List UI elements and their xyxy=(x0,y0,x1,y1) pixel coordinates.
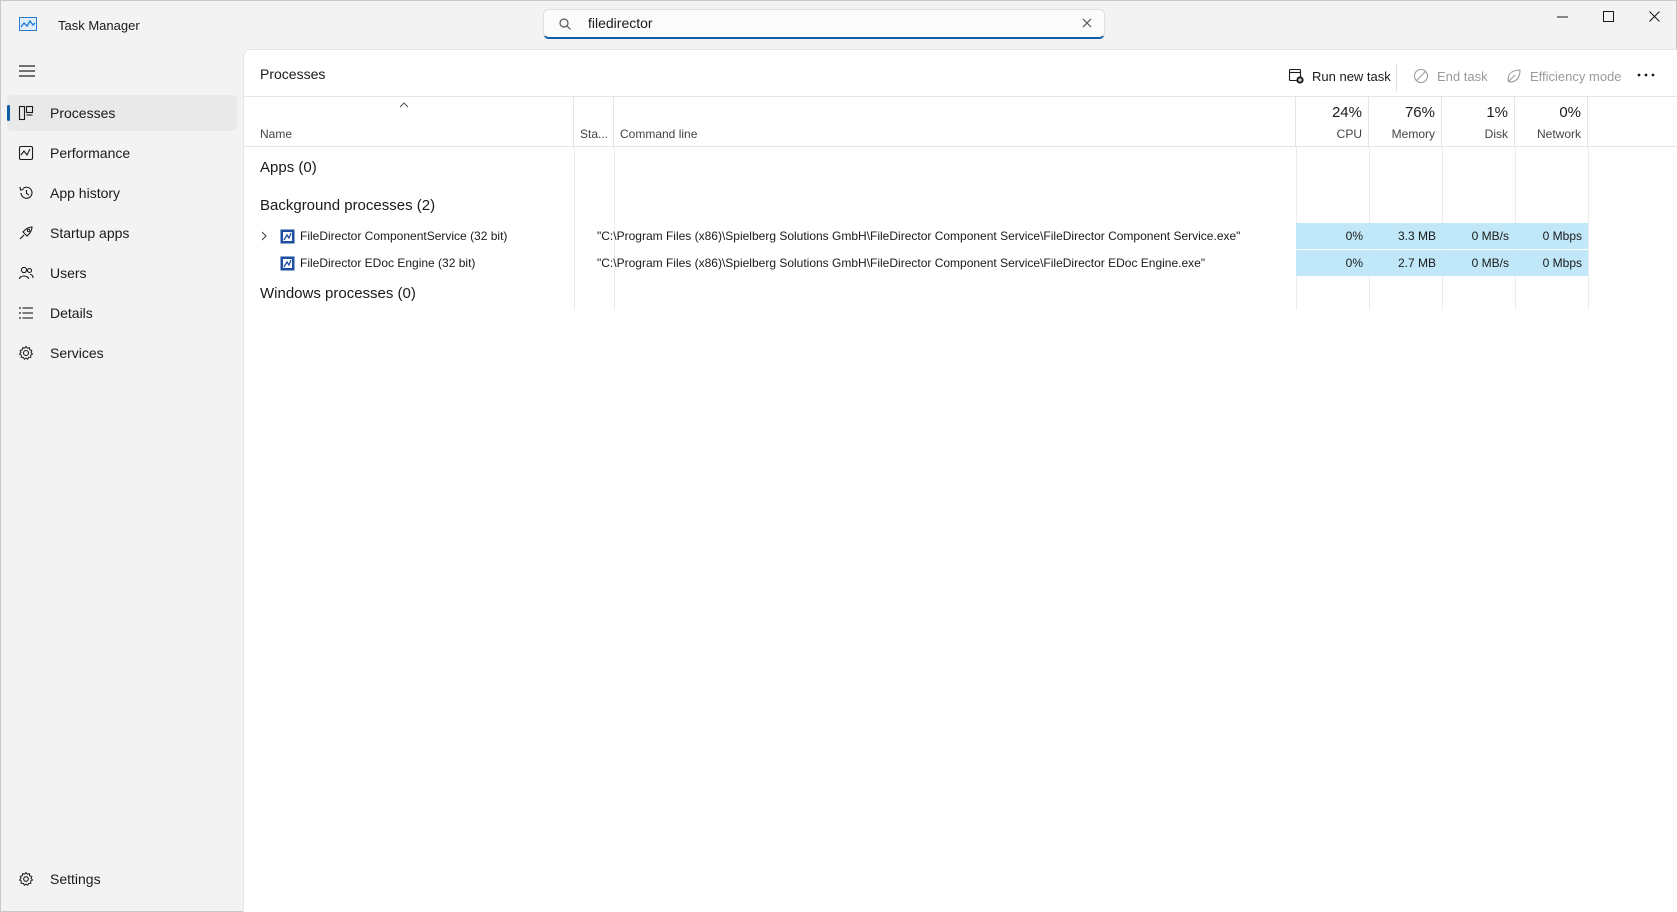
sidebar-item-services[interactable]: Services xyxy=(7,335,237,371)
end-task-button[interactable]: End task xyxy=(1413,60,1489,92)
processes-icon xyxy=(18,105,34,121)
column-label-command-line: Command line xyxy=(620,127,698,141)
hamburger-menu-icon[interactable] xyxy=(18,64,36,78)
cpu-cell: 0% xyxy=(1296,250,1369,276)
close-button[interactable] xyxy=(1635,5,1675,29)
leaf-icon xyxy=(1507,69,1521,83)
column-header-name[interactable]: Name xyxy=(244,96,574,146)
column-label-status: Sta... xyxy=(580,127,609,141)
app-title: Task Manager xyxy=(58,18,140,33)
gear-icon xyxy=(18,871,34,887)
sidebar-item-label: Services xyxy=(50,345,104,361)
sidebar-item-label: Processes xyxy=(50,105,116,121)
network-cell: 0 Mbps xyxy=(1515,223,1588,249)
process-name: FileDirector ComponentService (32 bit) xyxy=(300,229,508,243)
sidebar-item-startup-apps[interactable]: Startup apps xyxy=(7,215,237,251)
sort-ascending-icon xyxy=(399,102,409,108)
active-indicator xyxy=(7,105,10,121)
column-header-status[interactable]: Sta... xyxy=(574,96,614,146)
run-new-task-label: Run new task xyxy=(1312,69,1391,84)
cpu-cell: 0% xyxy=(1296,223,1369,249)
toolbar-divider xyxy=(1396,64,1397,92)
efficiency-mode-label: Efficiency mode xyxy=(1530,69,1622,84)
end-task-label: End task xyxy=(1437,69,1488,84)
process-icon xyxy=(280,256,295,271)
minimize-button[interactable] xyxy=(1543,5,1583,29)
sidebar-item-label: Users xyxy=(50,265,87,281)
run-new-task-button[interactable]: Run new task xyxy=(1288,60,1391,92)
column-header-memory[interactable]: 76% Memory xyxy=(1369,96,1442,146)
table-row[interactable]: FileDirector EDoc Engine (32 bit) "C:\Pr… xyxy=(244,250,1677,276)
app-history-icon xyxy=(19,186,33,199)
minimize-icon xyxy=(1557,16,1568,18)
disk-cell: 0 MB/s xyxy=(1442,250,1515,276)
column-header-divider xyxy=(244,146,1677,147)
sidebar-item-users[interactable]: Users xyxy=(7,255,237,291)
processes-pane: Processes Run new task End task Efficien… xyxy=(243,49,1677,912)
network-total-percent: 0% xyxy=(1559,104,1581,121)
sidebar-item-label: Startup apps xyxy=(50,225,130,241)
column-label-memory: Memory xyxy=(1391,127,1435,141)
disk-cell: 0 MB/s xyxy=(1442,223,1515,249)
users-icon xyxy=(18,266,34,280)
settings-label: Settings xyxy=(50,871,101,887)
disk-total-percent: 1% xyxy=(1486,104,1508,121)
sidebar-item-label: Performance xyxy=(50,145,131,161)
page-title: Processes xyxy=(260,66,326,82)
sidebar: Processes Performance App history Startu… xyxy=(1,49,243,911)
memory-cell: 3.3 MB xyxy=(1369,223,1442,249)
sidebar-item-performance[interactable]: Performance xyxy=(7,135,237,171)
table-row[interactable]: FileDirector ComponentService (32 bit) "… xyxy=(244,223,1677,249)
search-input[interactable] xyxy=(588,13,1048,33)
sidebar-item-processes[interactable]: Processes xyxy=(7,95,237,131)
column-header-command-line[interactable]: Command line xyxy=(614,96,1296,146)
expand-chevron-icon[interactable] xyxy=(260,231,268,241)
sidebar-item-label: App history xyxy=(50,185,121,201)
window-frame: Task Manager filedirector Processes Perf… xyxy=(0,0,1677,912)
process-command-line: "C:\Program Files (x86)\Spielberg Soluti… xyxy=(597,256,1206,270)
run-new-task-icon xyxy=(1288,68,1304,84)
column-label-name: Name xyxy=(260,127,293,141)
search-box[interactable] xyxy=(543,9,1105,39)
search-icon xyxy=(559,18,571,30)
task-manager-app-icon xyxy=(19,17,37,31)
group-header-background: Background processes (2) xyxy=(260,197,436,214)
network-cell: 0 Mbps xyxy=(1515,250,1588,276)
column-label-disk: Disk xyxy=(1484,127,1508,141)
startup-apps-icon xyxy=(19,226,33,240)
end-task-icon xyxy=(1413,68,1429,84)
process-name: FileDirector EDoc Engine (32 bit) xyxy=(300,256,476,270)
services-icon xyxy=(18,345,34,361)
process-command-line: "C:\Program Files (x86)\Spielberg Soluti… xyxy=(597,229,1241,243)
title-bar: Task Manager xyxy=(1,1,1677,49)
column-label-cpu: CPU xyxy=(1336,127,1362,141)
memory-total-percent: 76% xyxy=(1404,104,1435,121)
clear-search-icon[interactable] xyxy=(1080,16,1094,30)
column-header-network[interactable]: 0% Network xyxy=(1515,96,1588,146)
sidebar-item-app-history[interactable]: App history xyxy=(7,175,237,211)
maximize-button[interactable] xyxy=(1589,5,1629,29)
memory-cell: 2.7 MB xyxy=(1369,250,1442,276)
sidebar-item-label: Details xyxy=(50,305,93,321)
group-header-apps: Apps (0) xyxy=(260,159,317,176)
cpu-total-percent: 24% xyxy=(1331,104,1362,121)
performance-icon xyxy=(18,145,34,161)
efficiency-mode-button[interactable]: Efficiency mode xyxy=(1506,60,1622,92)
sidebar-item-details[interactable]: Details xyxy=(7,295,237,331)
details-icon xyxy=(19,307,33,319)
settings-button[interactable]: Settings xyxy=(7,861,237,897)
process-icon xyxy=(280,229,295,244)
maximize-icon xyxy=(1603,11,1614,22)
column-header-cpu[interactable]: 24% CPU xyxy=(1296,96,1369,146)
column-label-network: Network xyxy=(1536,127,1581,141)
group-header-windows: Windows processes (0) xyxy=(260,285,416,302)
more-options-icon[interactable] xyxy=(1636,68,1656,82)
column-header-disk[interactable]: 1% Disk xyxy=(1442,96,1515,146)
close-icon xyxy=(1649,11,1660,22)
